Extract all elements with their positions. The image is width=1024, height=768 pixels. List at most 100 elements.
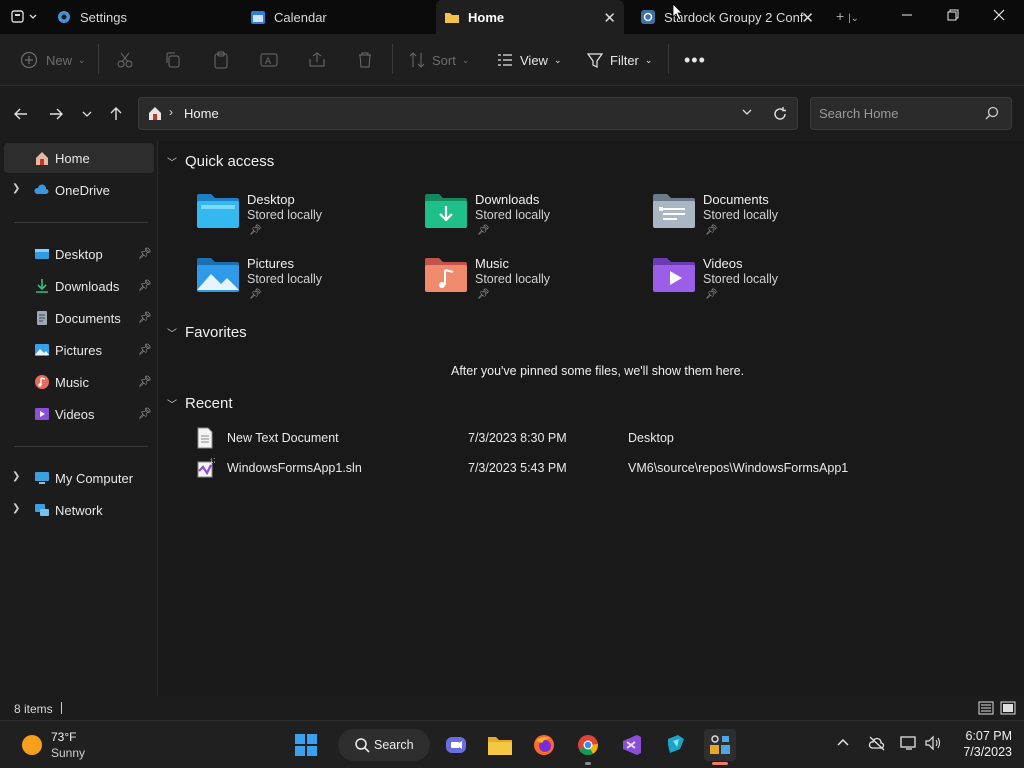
visual-studio-icon[interactable] [616,729,648,761]
recent-file-row[interactable]: 17 WindowsFormsApp1.sln 7/3/2023 5:43 PM… [189,455,889,481]
up-button[interactable] [105,103,127,125]
sidebar-item-videos[interactable]: Videos 📌︎ [4,399,154,429]
collapse-chevron-icon[interactable]: ﹀ [167,396,177,411]
search-input[interactable]: Search Home [819,106,898,121]
sidebar-item-desktop[interactable]: Desktop 📌︎ [4,239,154,269]
view-label: View [520,52,548,68]
arrow-right-icon [50,108,63,120]
pin-icon[interactable]: 📌︎ [138,311,152,324]
share-button[interactable] [308,48,326,72]
quick-access-item-desktop[interactable]: Desktop Stored locally 📌︎ [197,192,407,248]
collapse-chevron-icon[interactable]: ﹀ [167,154,177,169]
sidebar-item-downloads[interactable]: Downloads 📌︎ [4,271,154,301]
tiles-view-icon[interactable] [1000,700,1016,719]
restore-button[interactable] [930,0,976,30]
quick-access-item-videos[interactable]: Videos Stored locally 📌︎ [653,256,863,312]
section-quick-access[interactable]: ﹀ Quick access [167,153,274,170]
delete-button[interactable] [356,48,374,72]
sidebar-item-network[interactable]: ❯ Network [4,495,154,525]
address-bar[interactable]: › Home [138,97,798,130]
app-icon[interactable] [660,729,692,761]
section-recent[interactable]: ﹀ Recent [167,395,233,412]
tab-settings[interactable]: Settings [50,0,236,34]
expand-chevron-icon[interactable]: ❯ [12,183,20,194]
paste-button[interactable] [212,48,230,72]
chrome-icon[interactable] [572,729,604,761]
clock[interactable]: 6:07 PM 7/3/2023 [950,728,1012,760]
copy-button[interactable] [164,48,182,72]
sidebar-item-label: OneDrive [55,183,110,198]
quick-access-item-music[interactable]: Music Stored locally 📌︎ [425,256,635,312]
sidebar-item-pictures[interactable]: Pictures 📌︎ [4,335,154,365]
section-favorites[interactable]: ﹀ Favorites [167,324,247,341]
filter-button[interactable]: Filter ⌄ [586,48,652,72]
close-tab-icon[interactable]: ✕ [801,9,814,27]
sort-icon [409,52,425,68]
more-options-button[interactable]: ••• [684,48,706,72]
sort-button[interactable]: Sort ⌄ [408,48,469,72]
cloud-offline-icon[interactable] [868,735,886,754]
chevron-down-icon [82,111,92,117]
chevron-up-icon[interactable] [836,735,850,752]
network-icon[interactable] [900,735,918,754]
search-icon[interactable] [985,106,999,123]
view-button[interactable]: View ⌄ [496,48,562,72]
sidebar-item-home[interactable]: Home [4,143,154,173]
firefox-icon[interactable] [528,729,560,761]
tab-calendar[interactable]: Calendar [244,0,432,34]
recent-file-row[interactable]: New Text Document 7/3/2023 8:30 PM Deskt… [189,425,889,451]
item-name: Desktop [247,192,295,207]
pin-icon[interactable]: 📌︎ [138,247,152,260]
teams-icon[interactable] [440,729,472,761]
file-location: VM6\source\repos\WindowsFormsApp1 [628,461,849,475]
sidebar-item-my-computer[interactable]: ❯ My Computer [4,463,154,493]
search-icon [355,738,370,753]
groupy-icon[interactable] [704,729,736,761]
svg-text:A: A [265,56,271,66]
back-button[interactable] [10,103,32,125]
breadcrumb-home[interactable]: Home [184,106,219,121]
quick-access-item-downloads[interactable]: Downloads Stored locally 📌︎ [425,192,635,248]
solution-file-icon: 17 [197,459,215,478]
sidebar-item-documents[interactable]: Documents 📌︎ [4,303,154,333]
cut-button[interactable] [116,48,134,72]
weather-widget[interactable]: 73°F Sunny [18,729,118,761]
recent-locations-button[interactable] [76,103,98,125]
text-file-icon [197,427,213,449]
item-status: Stored locally [703,272,779,286]
quick-access-item-pictures[interactable]: Pictures Stored locally 📌︎ [197,256,407,312]
sidebar-item-onedrive[interactable]: ❯ OneDrive [4,175,154,205]
volume-icon[interactable] [924,735,942,754]
quick-access-item-documents[interactable]: Documents Stored locally 📌︎ [653,192,863,248]
search-box[interactable]: Search Home [810,97,1012,130]
file-explorer-icon[interactable] [484,729,516,761]
weather-desc: Sunny [51,746,86,760]
file-date: 7/3/2023 8:30 PM [468,431,567,445]
pin-icon[interactable]: 📌︎ [138,343,152,356]
start-button[interactable] [290,729,322,761]
forward-button[interactable] [45,103,67,125]
gear-icon [56,9,72,25]
refresh-button[interactable] [769,103,791,125]
details-view-icon[interactable] [978,700,994,719]
pin-icon[interactable]: 📌︎ [138,279,152,292]
arrow-left-icon [14,108,27,120]
address-dropdown-icon[interactable] [741,106,753,121]
expand-chevron-icon[interactable]: ❯ [12,503,20,514]
new-button[interactable]: New ⌄ [20,48,86,72]
close-button[interactable] [976,0,1022,30]
rename-button[interactable]: A [260,48,278,72]
collapse-chevron-icon[interactable]: ﹀ [167,325,177,340]
app-menu-icon[interactable] [10,9,38,25]
expand-chevron-icon[interactable]: ❯ [12,471,20,482]
new-tab-button[interactable]: + |⌄ [836,8,859,24]
tab-stardock[interactable]: Stardock Groupy 2 Conf... ✕ [634,0,822,34]
minimize-button[interactable] [884,0,930,30]
pin-icon[interactable]: 📌︎ [138,375,152,388]
tab-home[interactable]: Home ✕ [436,0,624,34]
sidebar-item-music[interactable]: Music 📌︎ [4,367,154,397]
taskbar-search[interactable]: Search [338,729,430,761]
command-bar: New ⌄ A Sort ⌄ View ⌄ Filter ⌄ ••• [0,34,1024,86]
pin-icon[interactable]: 📌︎ [138,407,152,420]
close-tab-icon[interactable]: ✕ [603,9,616,27]
